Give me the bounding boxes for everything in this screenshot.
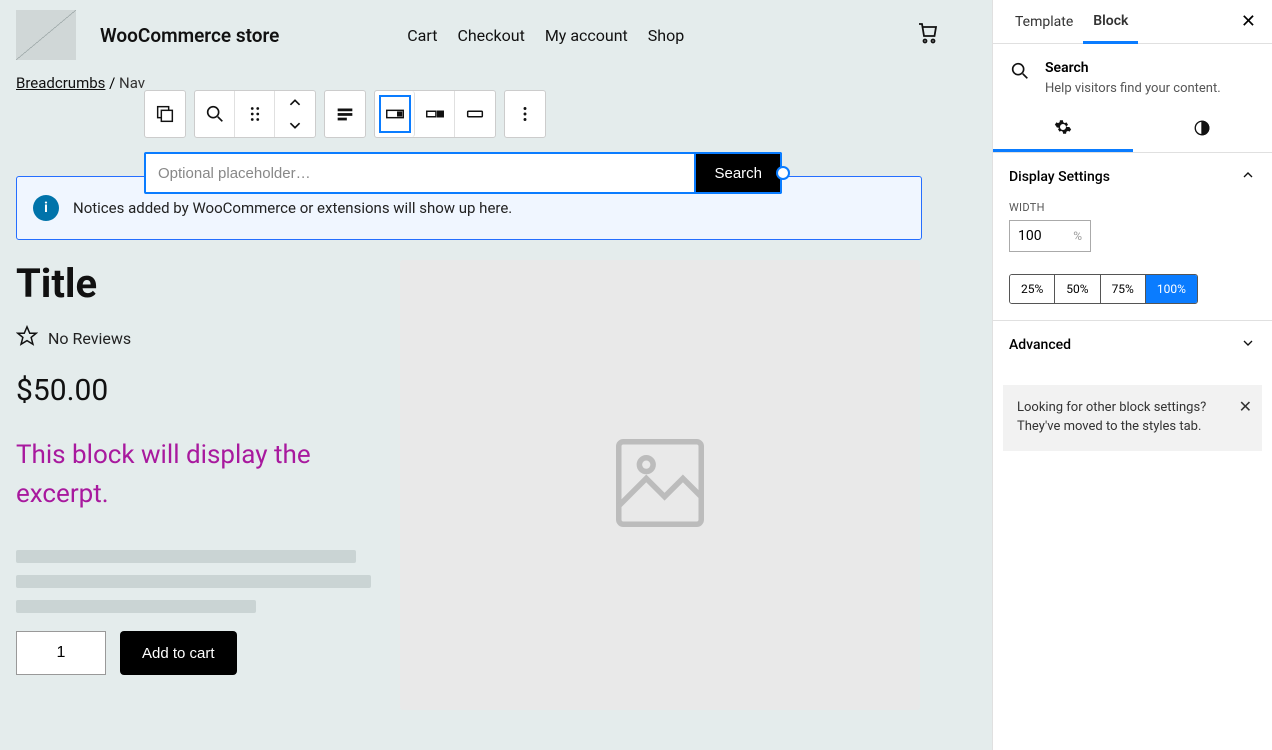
- star-icon: [16, 325, 38, 351]
- preset-75[interactable]: 75%: [1101, 275, 1146, 303]
- gear-icon: [1054, 118, 1072, 140]
- width-presets: 25% 50% 75% 100%: [1009, 274, 1198, 304]
- main-nav: Cart Checkout My account Shop: [407, 26, 684, 45]
- site-logo-placeholder[interactable]: [16, 10, 76, 60]
- product-area: Title No Reviews $50.00 This block will …: [0, 240, 992, 730]
- drag-handle-icon[interactable]: [235, 91, 275, 137]
- info-icon: i: [33, 195, 59, 221]
- product-image-placeholder[interactable]: [400, 260, 920, 710]
- reviews-row[interactable]: No Reviews: [16, 325, 376, 351]
- tab-block[interactable]: Block: [1083, 0, 1138, 44]
- sidebar-subtabs: [993, 108, 1272, 153]
- skeleton-line: [16, 575, 371, 588]
- resize-handle[interactable]: [776, 166, 790, 180]
- site-header: WooCommerce store Cart Checkout My accou…: [0, 0, 992, 70]
- align-button[interactable]: [325, 91, 365, 137]
- skeleton-line: [16, 600, 256, 613]
- nav-my-account[interactable]: My account: [545, 26, 628, 45]
- sidebar-tabs: Template Block ✕: [993, 0, 1272, 44]
- search-block-icon[interactable]: [195, 91, 235, 137]
- parent-block-button[interactable]: [145, 91, 185, 137]
- block-description: Help visitors find your content.: [1045, 80, 1221, 98]
- preset-25[interactable]: 25%: [1010, 275, 1055, 303]
- width-label: WIDTH: [1009, 201, 1256, 214]
- block-toolbar: [144, 90, 546, 138]
- styles-hint: Looking for other block settings? They'v…: [1003, 385, 1262, 451]
- button-with-label-icon[interactable]: [415, 91, 455, 137]
- nav-shop[interactable]: Shop: [648, 26, 684, 45]
- search-button[interactable]: Search: [696, 152, 782, 194]
- close-icon[interactable]: ✕: [1239, 395, 1252, 418]
- advanced-panel[interactable]: Advanced: [993, 321, 1272, 369]
- product-price[interactable]: $50.00: [16, 373, 376, 408]
- settings-sidebar: Template Block ✕ Search Help visitors fi…: [992, 0, 1272, 750]
- move-up-down-icon[interactable]: [275, 91, 315, 137]
- editor-canvas: WooCommerce store Cart Checkout My accou…: [0, 0, 992, 750]
- product-title[interactable]: Title: [16, 260, 376, 307]
- search-icon: [1009, 60, 1031, 86]
- cart-icon[interactable]: [916, 21, 940, 49]
- chevron-down-icon: [1240, 335, 1256, 355]
- notice-text: Notices added by WooCommerce or extensio…: [73, 199, 512, 217]
- preset-50[interactable]: 50%: [1055, 275, 1100, 303]
- quantity-input[interactable]: [16, 631, 106, 675]
- reviews-text: No Reviews: [48, 329, 131, 348]
- add-to-cart-button[interactable]: Add to cart: [120, 631, 237, 675]
- nav-cart[interactable]: Cart: [407, 26, 437, 45]
- close-sidebar-icon[interactable]: ✕: [1237, 7, 1260, 36]
- block-name: Search: [1045, 60, 1221, 76]
- add-to-cart-row: Add to cart: [16, 631, 376, 675]
- more-options-icon[interactable]: [505, 91, 545, 137]
- skeleton-line: [16, 550, 356, 563]
- styles-icon: [1193, 119, 1211, 141]
- search-block[interactable]: Search: [144, 152, 782, 194]
- width-input[interactable]: 100 %: [1009, 220, 1091, 252]
- button-only-icon[interactable]: [455, 91, 495, 137]
- settings-subtab[interactable]: [993, 108, 1133, 152]
- breadcrumb-current: Nav: [119, 74, 145, 92]
- site-title[interactable]: WooCommerce store: [100, 24, 279, 47]
- tab-template[interactable]: Template: [1005, 0, 1083, 44]
- display-settings-panel[interactable]: Display Settings: [993, 153, 1272, 201]
- product-excerpt[interactable]: This block will display the excerpt.: [16, 436, 376, 514]
- preset-100[interactable]: 100%: [1146, 275, 1197, 303]
- chevron-up-icon: [1240, 167, 1256, 187]
- nav-checkout[interactable]: Checkout: [457, 26, 524, 45]
- button-position-inside-icon[interactable]: [375, 91, 415, 137]
- image-placeholder-icon: [605, 428, 715, 542]
- search-input[interactable]: [144, 152, 696, 194]
- display-settings-body: WIDTH 100 % 25% 50% 75% 100%: [993, 201, 1272, 320]
- block-info: Search Help visitors find your content.: [993, 44, 1272, 108]
- styles-subtab[interactable]: [1133, 108, 1272, 152]
- breadcrumb-link[interactable]: Breadcrumbs: [16, 74, 105, 92]
